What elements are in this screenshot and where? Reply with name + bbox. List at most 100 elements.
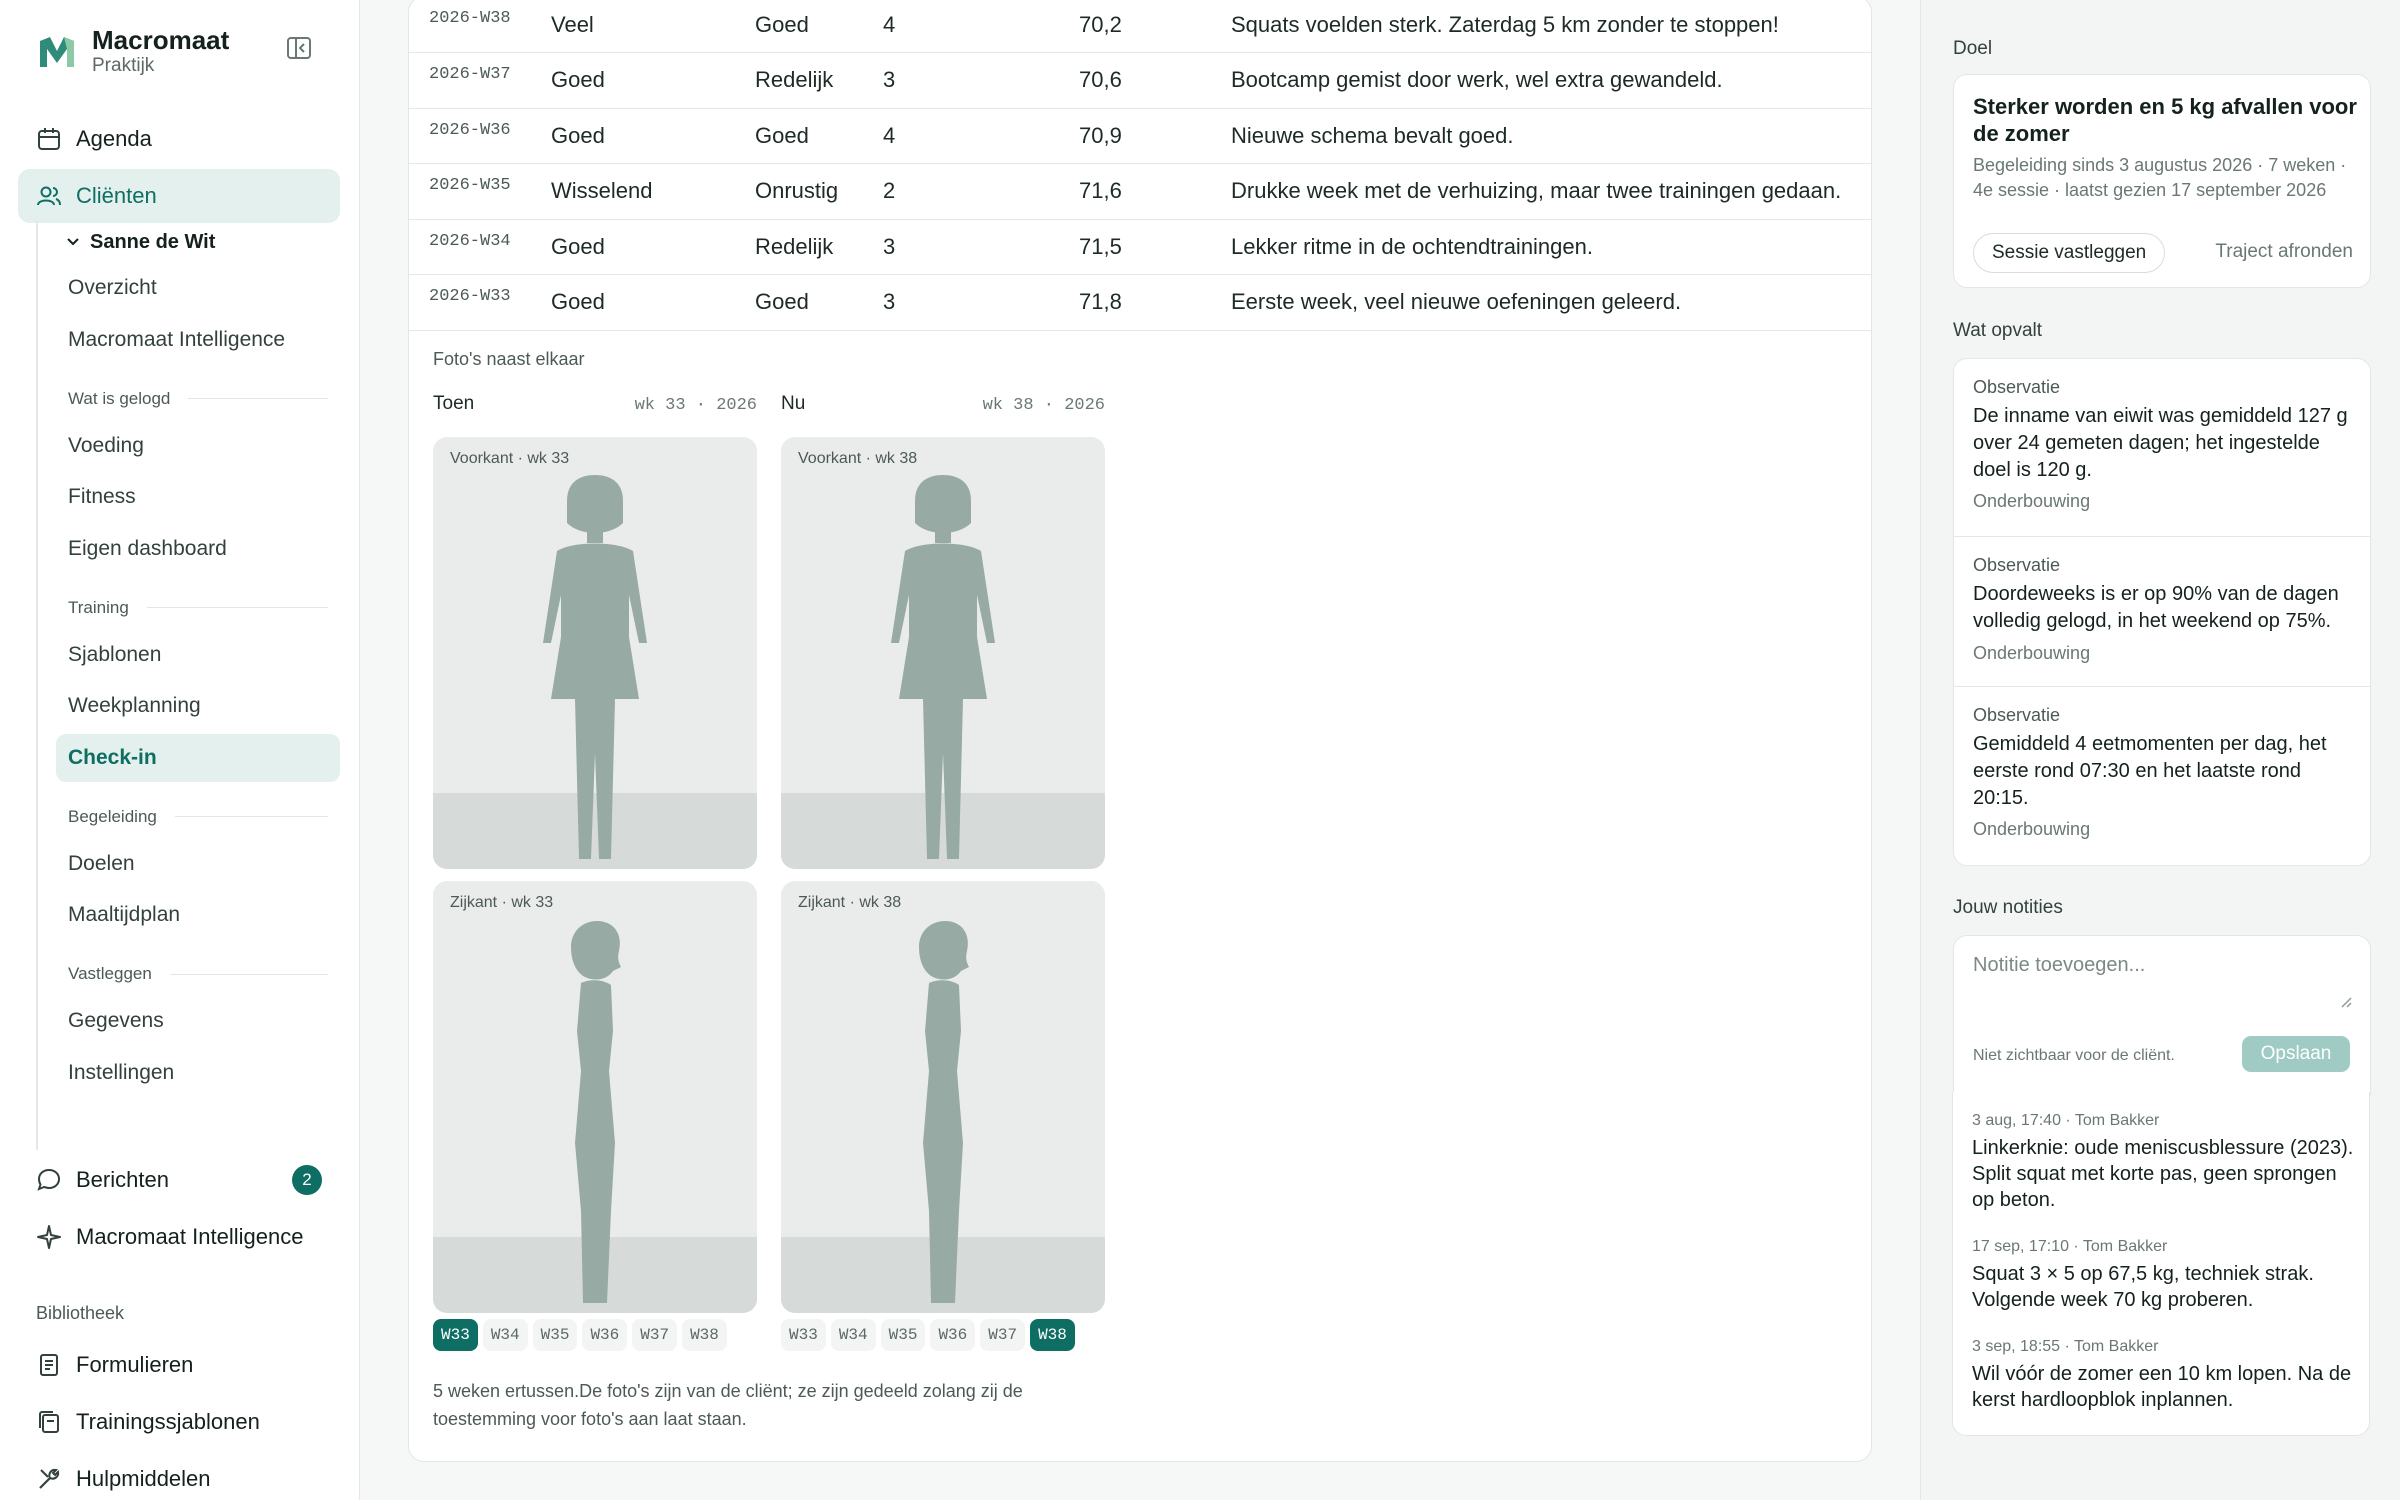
evidence-link[interactable]: Onderbouwing [1973,491,2090,512]
week-pill-before[interactable]: W38 [682,1319,727,1351]
subnav-dashboard[interactable]: Eigen dashboard [56,525,340,573]
tools-icon [39,1468,60,1489]
week-pill-after[interactable]: W37 [980,1319,1026,1351]
energy-cell: Veel [551,0,755,53]
note-meta: 3 aug, 17:40 · Tom Bakker [1972,1112,2160,1129]
finish-trajectory-button[interactable]: Traject afronden [2215,241,2353,263]
subnav-settings[interactable]: Instellingen [56,1049,340,1097]
week-selector-before: W33 W34 W35 W36 W37 W38 [433,1319,732,1351]
week-pill-before[interactable]: W36 [582,1319,628,1351]
note-input[interactable] [1973,954,2353,977]
checkin-row[interactable]: 2026-W37 Goed Redelijk 3 70,6 Bootcamp gemist… [409,52,1871,109]
stacked-docs-icon [39,1411,59,1433]
notes-section-title: Jouw notities [1953,897,2063,918]
nav-item-label: Hulpmiddelen [76,1466,211,1491]
observation-text: Doordeweeks is er op 90% van de dagen vo… [1973,583,2339,632]
note-meta: 17 sep, 17:10 · Tom Bakker [1972,1238,2168,1255]
note-entry[interactable]: 3 sep, 18:55 · Tom Bakker Wil vóór de zom… [1972,1336,2362,1413]
nav-item-training-templates[interactable]: Trainingssjablonen [18,1395,340,1449]
week-pill-after[interactable]: W38 [1030,1319,1075,1351]
note-body: Squat 3 × 5 op 67,5 kg, techniek strak. … [1972,1263,2314,1311]
nav-item-label: Agenda [76,126,152,151]
week-pill-before[interactable]: W33 [433,1319,478,1351]
week-cell: 2026-W34 [409,219,551,275]
observation-item: Observatie Gemiddeld 4 eetmomenten per da… [1954,687,2370,865]
photo-after-front[interactable]: Voorkant · wk 38 [781,437,1105,869]
subnav-templates[interactable]: Sjablonen [56,631,340,679]
observation-label: Observatie [1973,377,2061,397]
photo-after-side[interactable]: Zijkant · wk 38 [781,881,1105,1313]
energy-cell: Wisselend [551,163,755,220]
client-toggle[interactable]: Sanne de Wit [38,220,340,264]
side-silhouette-icon [919,921,969,1303]
note-visibility-hint: Niet zichtbaar voor de cliënt. [1973,1047,2175,1064]
week-pill-after[interactable]: W34 [830,1319,876,1351]
nav-item-agenda[interactable]: Agenda [18,112,340,166]
note-entry[interactable]: 17 sep, 17:10 · Tom Bakker Squat 3 × 5 op… [1972,1236,2362,1313]
users-icon [37,186,61,206]
observation-label: Observatie [1973,555,2061,575]
nav-item-intelligence[interactable]: Macromaat Intelligence [18,1210,340,1264]
week-cell: 2026-W33 [409,274,551,331]
nav-item-label: Macromaat Intelligence [76,1224,304,1249]
front-silhouette-icon [543,475,647,859]
save-note-button[interactable]: Opslaan [2242,1036,2350,1072]
energy-cell: Goed [551,274,755,331]
checkin-row[interactable]: 2026-W38 Veel Goed 4 70,2 Squats voelden ster… [409,0,1871,53]
checkin-row[interactable]: 2026-W35 Wisselend Onrustig 2 71,6 Drukke wee… [409,163,1871,220]
record-session-button[interactable]: Sessie vastleggen [1973,233,2166,273]
subnav-weekplan[interactable]: Weekplanning [56,682,340,730]
photo-consent-note: 5 weken ertussen.De foto's zijn van de c… [433,1381,1023,1429]
note-entry[interactable]: 3 aug, 17:40 · Tom Bakker Linkerknie: oud… [1972,1110,2362,1213]
front-silhouette-icon [891,475,995,859]
checkin-row[interactable]: 2026-W36 Goed Goed 4 70,9 Nieuwe schema beval… [409,108,1871,164]
evidence-link[interactable]: Onderbouwing [1973,819,2090,840]
evidence-link[interactable]: Onderbouwing [1973,643,2090,664]
nav-item-label: Formulieren [76,1352,194,1377]
week-pill-after[interactable]: W36 [930,1319,976,1351]
nav-item-label: Berichten [76,1167,169,1192]
client-subnav: Sanne de Wit Overzicht Macromaat Intelli… [36,220,340,1150]
photo-before-side[interactable]: Zijkant · wk 33 [433,881,757,1313]
observation-item: Observatie Doordeweeks is er op 90% van d… [1954,537,2370,687]
checkin-row[interactable]: 2026-W34 Goed Redelijk 3 71,5 Lekker ritme in… [409,219,1871,275]
message-bubble-icon [37,1168,61,1191]
goal-card: Sterker worden en 5 kg afvallen voor de … [1953,74,2371,288]
subnav-checkin[interactable]: Check-in [56,733,340,782]
subnav-fitness[interactable]: Fitness [56,473,340,521]
subnav-intelligence[interactable]: Macromaat Intelligence [56,316,340,364]
sleep-cell: Redelijk [755,52,883,109]
week-pill-before[interactable]: W35 [532,1319,578,1351]
goal-title: Sterker worden en 5 kg afvallen voor de … [1973,94,2357,146]
nav-item-clients[interactable]: Cliënten [18,169,340,223]
sleep-cell: Goed [755,0,883,53]
sparkle-icon [37,1225,61,1249]
before-column-header: Toen wk 33 · 2026 [433,393,757,415]
after-date: wk 38 · 2026 [982,396,1105,415]
nav-item-forms[interactable]: Formulieren [18,1338,340,1392]
nav-item-resources[interactable]: Hulpmiddelen [18,1452,340,1500]
sleep-cell: Goed [755,274,883,331]
week-pill-after[interactable]: W35 [880,1319,926,1351]
nav-item-label: Trainingssjablonen [76,1409,260,1434]
subnav-data[interactable]: Gegevens [56,997,340,1045]
week-pill-before[interactable]: W37 [632,1319,678,1351]
observation-label: Observatie [1973,705,2061,725]
subnav-mealplan[interactable]: Maaltijdplan [56,891,340,939]
photo-before-front[interactable]: Voorkant · wk 33 [433,437,757,869]
note-cell: Squats voelden sterk. Zaterdag 5 km zond… [1231,0,1871,53]
goal-meta: Begeleiding sinds 3 augustus 2026 · 7 we… [1973,155,2347,200]
checkin-row[interactable]: 2026-W33 Goed Goed 3 71,8 Eerste week, veel n… [409,274,1871,331]
resize-handle-icon[interactable] [2340,996,2352,1008]
notes-list: 3 aug, 17:40 · Tom Bakker Linkerknie: oud… [1952,1092,2370,1436]
sidebar-collapse-icon[interactable] [286,36,314,60]
observations-card: Observatie De inname van eiwit was gemidd… [1953,358,2371,866]
subnav-overview[interactable]: Overzicht [56,264,340,312]
subnav-goals[interactable]: Doelen [56,840,340,888]
nav-item-messages[interactable]: Berichten 2 [18,1153,340,1207]
week-pill-after[interactable]: W33 [781,1319,826,1351]
week-pill-before[interactable]: W34 [482,1319,528,1351]
week-cell: 2026-W36 [409,108,551,164]
brand[interactable]: Macromaat Praktijk [36,26,229,78]
subnav-food[interactable]: Voeding [56,422,340,470]
